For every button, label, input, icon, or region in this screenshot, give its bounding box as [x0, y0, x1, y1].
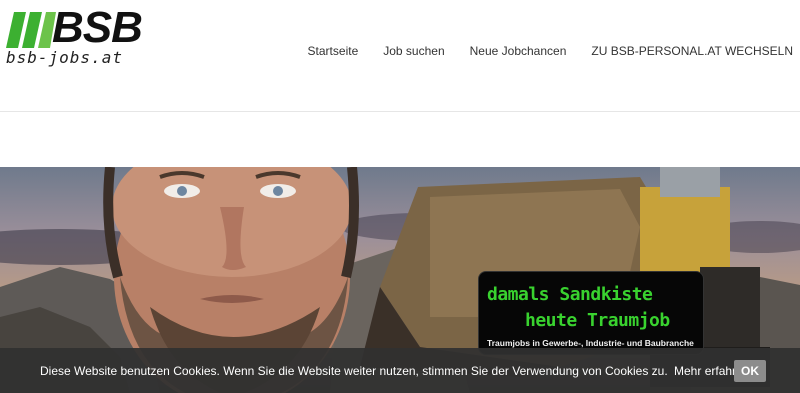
cookie-ok-button[interactable]: OK	[734, 360, 766, 382]
promo-badge: damals Sandkiste heute Traumjob Traumjob…	[478, 271, 704, 355]
cookie-message: Diese Website benutzen Cookies. Wenn Sie…	[40, 364, 749, 378]
cookie-banner: Diese Website benutzen Cookies. Wenn Sie…	[0, 348, 800, 393]
site-logo[interactable]: BSB bsb-jobs.at	[6, 6, 156, 67]
nav-item-neue-jobchancen[interactable]: Neue Jobchancen	[470, 44, 567, 58]
logo-wordmark: BSB	[52, 3, 143, 52]
nav-item-bsb-personal[interactable]: ZU BSB-PERSONAL.AT WECHSELN	[591, 44, 793, 58]
site-header: BSB bsb-jobs.at Startseite Job suchen Ne…	[0, 0, 800, 112]
cookie-text: Diese Website benutzen Cookies. Wenn Sie…	[40, 364, 668, 378]
promo-headline-1: damals Sandkiste	[487, 284, 653, 305]
promo-tagline: Traumjobs in Gewerbe-, Industrie- und Ba…	[487, 338, 694, 348]
promo-headline-2: heute Traumjob	[525, 310, 670, 331]
nav-item-job-suchen[interactable]: Job suchen	[383, 44, 444, 58]
logo-bars-icon	[6, 12, 56, 48]
nav-item-startseite[interactable]: Startseite	[308, 44, 359, 58]
main-nav: Startseite Job suchen Neue Jobchancen ZU…	[308, 44, 793, 58]
logo-subtitle: bsb-jobs.at	[6, 48, 123, 67]
